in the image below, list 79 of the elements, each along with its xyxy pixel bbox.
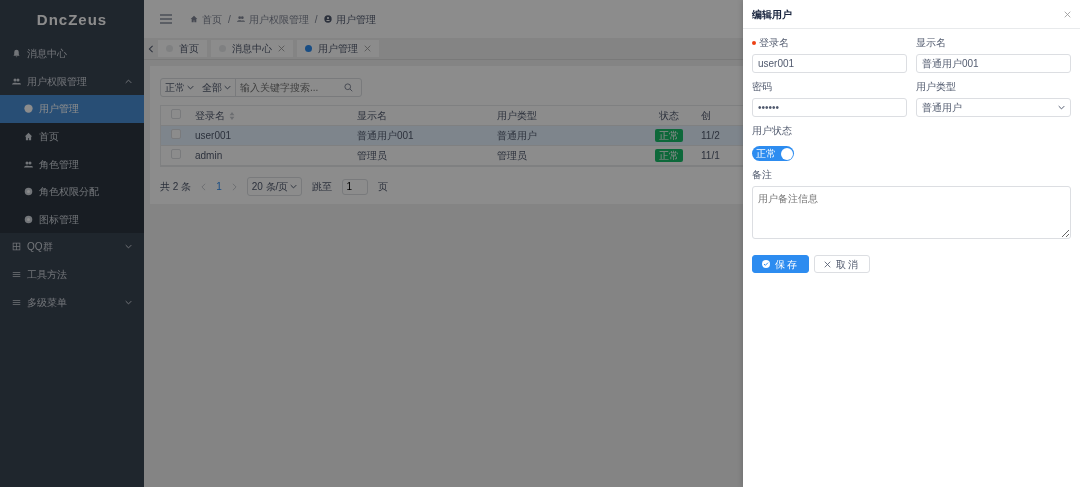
field-label: 用户类型 <box>916 80 956 94</box>
breadcrumb-separator: / <box>228 12 231 27</box>
close-icon[interactable] <box>824 260 831 268</box>
page-label: 页 <box>378 180 389 194</box>
cancel-button[interactable]: 取消 <box>814 255 870 273</box>
grid-icon <box>12 242 21 252</box>
total-count: 共 2 条 <box>160 180 192 194</box>
status-badge: 正常 <box>655 129 683 142</box>
column-header: 用户类型 <box>497 110 537 121</box>
field-label: 用户状态 <box>752 124 792 138</box>
text-field[interactable]: user001 <box>752 54 907 73</box>
home-icon <box>24 132 33 142</box>
menu-icon <box>12 270 21 280</box>
field-label: 登录名 <box>759 36 789 50</box>
menu-item[interactable]: QQ群 <box>0 233 144 261</box>
table-cell: 普通用户001 <box>357 130 414 141</box>
close-icon[interactable] <box>278 45 285 52</box>
page-size-select[interactable]: 20 条/页 <box>246 177 303 196</box>
caret-icon <box>290 183 298 190</box>
menu-item[interactable]: 多级菜单 <box>0 288 144 316</box>
breadcrumb-item[interactable]: 首页 <box>190 11 222 27</box>
select-field[interactable]: 普通用户 <box>916 98 1071 117</box>
drawer-title: 编辑用户 <box>752 7 792 22</box>
caret-icon <box>224 84 231 91</box>
table-cell: 管理员 <box>357 150 387 161</box>
check-circle-icon <box>762 260 770 268</box>
text-field[interactable]: 普通用户001 <box>916 54 1071 73</box>
toggle-switch[interactable]: 正常 <box>752 146 794 161</box>
submenu-item[interactable]: 图标管理 <box>0 205 144 234</box>
breadcrumb-item[interactable]: 用户权限管理 <box>236 11 309 27</box>
page-number[interactable]: 1 <box>216 179 222 194</box>
next-page-icon[interactable] <box>231 182 237 191</box>
page-input[interactable]: 1 <box>342 178 369 195</box>
tab[interactable]: 用户管理 <box>297 40 379 57</box>
caret-icon <box>187 84 194 91</box>
submenu-item[interactable]: 用户管理 <box>0 95 144 123</box>
table-cell: 管理员 <box>497 150 527 161</box>
table-cell: 11/2 <box>701 130 720 141</box>
field-label: 备注 <box>752 168 772 182</box>
field-label: 显示名 <box>916 36 946 50</box>
close-icon[interactable] <box>1064 10 1071 18</box>
breadcrumb-item: 用户管理 <box>323 11 376 27</box>
filter-dropdown[interactable]: 全部 <box>198 80 235 95</box>
submenu-item[interactable]: 首页 <box>0 122 144 151</box>
column-header: 状态 <box>659 110 679 121</box>
table-cell: admin <box>195 150 223 161</box>
menu-icon <box>12 297 21 307</box>
breadcrumb-separator: / <box>314 12 318 27</box>
tab[interactable]: 首页 <box>158 40 207 57</box>
caret-icon <box>1058 104 1065 111</box>
table-cell: user001 <box>195 130 232 141</box>
status-badge: 正常 <box>655 149 683 162</box>
text-field[interactable]: •••••• <box>752 98 907 117</box>
filter-dropdown[interactable]: 正常 <box>161 80 198 95</box>
close-icon[interactable] <box>364 45 371 52</box>
submenu-item[interactable]: 角色权限分配 <box>0 177 144 206</box>
sort-icon[interactable] <box>229 112 235 121</box>
column-header: 创 <box>701 110 711 121</box>
search-icon[interactable] <box>344 83 353 92</box>
scroll-left-icon[interactable] <box>148 44 154 53</box>
save-button[interactable]: 保存 <box>752 255 809 273</box>
textarea-field[interactable]: 用户备注信息 <box>752 186 1071 239</box>
users-icon <box>24 159 33 169</box>
app-logo: DncZeus <box>35 9 109 30</box>
tab[interactable]: 消息中心 <box>211 40 293 57</box>
users-icon <box>236 15 245 23</box>
menu-item[interactable]: 消息中心 <box>0 40 144 68</box>
column-header[interactable]: 登录名 <box>195 110 235 121</box>
submenu-item[interactable]: 角色管理 <box>0 150 144 178</box>
previous-page-icon[interactable] <box>201 182 207 191</box>
home-icon <box>190 15 198 23</box>
menu-icon[interactable] <box>160 14 172 24</box>
column-header: 显示名 <box>357 110 387 121</box>
table-cell: 普通用户 <box>497 130 537 141</box>
users-icon <box>12 76 21 86</box>
table-cell: 11/1 <box>701 150 720 161</box>
field-label: 密码 <box>752 80 772 94</box>
goto-label: 跳至 <box>312 180 333 194</box>
bell-icon <box>12 49 21 59</box>
